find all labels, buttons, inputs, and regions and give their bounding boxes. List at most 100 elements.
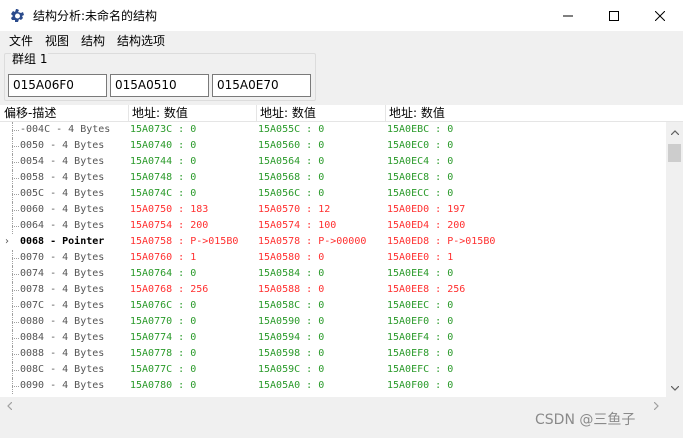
menu-file[interactable]: 文件 xyxy=(3,31,39,51)
row-value-3: 15A0EC0 : 0 xyxy=(387,140,454,151)
row-value-3: 15A0EEC : 0 xyxy=(387,300,454,311)
window-title: 结构分析:未命名的结构 xyxy=(33,9,158,23)
table-row[interactable]: 0084 - 4 Bytes 15A0774 : 0 15A0594 : 0 15A0… xyxy=(0,330,666,346)
row-value-1: 15A0760 : 1 xyxy=(130,252,197,263)
row-value-1: 15A073C : 0 xyxy=(130,124,197,135)
title-bar: 结构分析:未命名的结构 xyxy=(0,0,683,31)
header-separator[interactable] xyxy=(256,105,257,122)
row-value-3: 15A0EC8 : 0 xyxy=(387,172,454,183)
maximize-button[interactable] xyxy=(591,0,637,31)
row-value-3: 15A0ED8 : P->015B0 xyxy=(387,236,496,247)
row-value-2: 15A0588 : 0 xyxy=(258,284,325,295)
menu-bar: 文件 视图 结构 结构选项 xyxy=(0,31,683,51)
row-value-1: 15A074C : 0 xyxy=(130,188,197,199)
row-value-2: 15A0598 : 0 xyxy=(258,348,325,359)
table-row[interactable]: 0064 - 4 Bytes 15A0754 : 200 15A0574 : 100… xyxy=(0,218,666,234)
table-row[interactable]: 0060 - 4 Bytes 15A0750 : 183 15A0570 : 12 1… xyxy=(0,202,666,218)
table-row[interactable]: 0074 - 4 Bytes 15A0764 : 0 15A0584 : 0 15A0… xyxy=(0,266,666,282)
row-value-3: 15A0EE8 : 256 xyxy=(387,284,466,295)
header-separator[interactable] xyxy=(128,105,129,122)
expand-chevron-icon[interactable]: › xyxy=(5,234,9,250)
address-field-3[interactable]: 015A0E70 xyxy=(212,74,311,97)
table-row[interactable]: 0070 - 4 Bytes 15A0760 : 1 15A0580 : 0 15A0… xyxy=(0,250,666,266)
row-value-3: 15A0F00 : 0 xyxy=(387,380,454,391)
vertical-scroll-thumb[interactable] xyxy=(668,144,681,162)
scroll-up-button[interactable] xyxy=(666,124,683,141)
table-row[interactable]: 0080 - 4 Bytes 15A0770 : 0 15A0590 : 0 15A0… xyxy=(0,314,666,330)
table-row[interactable]: 0050 - 4 Bytes 15A0740 : 0 15A0560 : 0 15A0… xyxy=(0,138,666,154)
header-address-value-2[interactable]: 地址: 数值 xyxy=(258,105,316,122)
row-value-2: 15A0580 : 0 xyxy=(258,252,325,263)
menu-view[interactable]: 视图 xyxy=(39,31,75,51)
row-value-2: 15A0574 : 100 xyxy=(258,220,337,231)
row-value-2: 15A056C : 0 xyxy=(258,188,325,199)
minimize-button[interactable] xyxy=(545,0,591,31)
scroll-right-button[interactable] xyxy=(648,397,665,414)
row-description: 0078 - 4 Bytes xyxy=(20,284,105,295)
row-value-2: 15A0568 : 0 xyxy=(258,172,325,183)
tree-connector-icon xyxy=(10,314,20,330)
row-value-1: 15A0744 : 0 xyxy=(130,156,197,167)
header-separator[interactable] xyxy=(385,105,386,122)
row-description: 0080 - 4 Bytes xyxy=(20,316,105,327)
row-description: 0070 - 4 Bytes xyxy=(20,252,105,263)
row-value-3: 15A0EF8 : 0 xyxy=(387,348,454,359)
row-value-2: 15A055C : 0 xyxy=(258,124,325,135)
close-button[interactable] xyxy=(637,0,683,31)
table-row[interactable]: 0088 - 4 Bytes 15A0778 : 0 15A0598 : 0 15A0… xyxy=(0,346,666,362)
group-box: 群组 1 015A06F0 015A0510 015A0E70 xyxy=(4,52,316,101)
row-value-3: 15A0EE4 : 0 xyxy=(387,268,454,279)
address-field-2[interactable]: 015A0510 xyxy=(110,74,209,97)
structure-dissect-window: 结构分析:未命名的结构 文件 视图 结构 结构选项 群组 1 015A06F0 … xyxy=(0,0,683,438)
header-address-value-3[interactable]: 地址: 数值 xyxy=(387,105,445,122)
row-description: 008C - 4 Bytes xyxy=(20,364,105,375)
row-value-3: 15A0EFC : 0 xyxy=(387,364,454,375)
header-offset-description[interactable]: 偏移-描述 xyxy=(2,105,56,122)
scroll-left-button[interactable] xyxy=(1,397,18,414)
row-value-3: 15A0ED0 : 197 xyxy=(387,204,466,215)
scroll-down-button[interactable] xyxy=(666,380,683,397)
table-row[interactable]: › 0068 - Pointer 15A0758 : P->015B0 15A0578… xyxy=(0,234,666,250)
table-row[interactable]: 0058 - 4 Bytes 15A0748 : 0 15A0568 : 0 15A0… xyxy=(0,170,666,186)
table-row[interactable]: 0090 - 4 Bytes 15A0780 : 0 15A05A0 : 0 15A0… xyxy=(0,378,666,394)
row-value-3: 15A0EBC : 0 xyxy=(387,124,454,135)
chevron-up-icon xyxy=(670,130,679,135)
row-value-2: 15A059C : 0 xyxy=(258,364,325,375)
row-value-1: 15A0754 : 200 xyxy=(130,220,209,231)
row-value-3: 15A0ECC : 0 xyxy=(387,188,454,199)
table-row[interactable]: -004C - 4 Bytes 15A073C : 0 15A055C : 0 15A… xyxy=(0,122,666,138)
row-description: 0054 - 4 Bytes xyxy=(20,156,105,167)
row-value-1: 15A0768 : 256 xyxy=(130,284,209,295)
tree-connector-icon xyxy=(10,330,20,346)
tree-connector-icon xyxy=(10,282,20,298)
row-value-1: 15A0758 : P->015B0 xyxy=(130,236,239,247)
address-field-1[interactable]: 015A06F0 xyxy=(8,74,107,97)
tree-connector-icon xyxy=(10,202,20,218)
tree-connector-icon xyxy=(10,250,20,266)
row-value-1: 15A0780 : 0 xyxy=(130,380,197,391)
table-row[interactable]: 007C - 4 Bytes 15A076C : 0 15A058C : 0 15A0… xyxy=(0,298,666,314)
row-description: 0064 - 4 Bytes xyxy=(20,220,105,231)
chevron-right-icon xyxy=(654,401,659,410)
tree-connector-icon xyxy=(10,218,20,234)
table-row[interactable]: 008C - 4 Bytes 15A077C : 0 15A059C : 0 15A0… xyxy=(0,362,666,378)
column-header: 偏移-描述 地址: 数值 地址: 数值 地址: 数值 xyxy=(0,105,683,122)
menu-structure-options[interactable]: 结构选项 xyxy=(111,31,171,51)
row-description: 0068 - Pointer xyxy=(20,236,105,247)
chevron-down-icon xyxy=(670,386,679,391)
vertical-scrollbar[interactable] xyxy=(666,122,683,397)
table-row[interactable]: 0078 - 4 Bytes 15A0768 : 256 15A0588 : 0 15… xyxy=(0,282,666,298)
row-value-2: 15A05A0 : 0 xyxy=(258,380,325,391)
row-value-1: 15A0778 : 0 xyxy=(130,348,197,359)
row-description: 0074 - 4 Bytes xyxy=(20,268,105,279)
row-value-3: 15A0EC4 : 0 xyxy=(387,156,454,167)
structure-list[interactable]: -004C - 4 Bytes 15A073C : 0 15A055C : 0 15A… xyxy=(0,122,666,397)
menu-structure[interactable]: 结构 xyxy=(75,31,111,51)
row-value-2: 15A0584 : 0 xyxy=(258,268,325,279)
header-address-value-1[interactable]: 地址: 数值 xyxy=(130,105,188,122)
table-row[interactable]: 0054 - 4 Bytes 15A0744 : 0 15A0564 : 0 15A0… xyxy=(0,154,666,170)
row-value-1: 15A0774 : 0 xyxy=(130,332,197,343)
table-row[interactable]: 005C - 4 Bytes 15A074C : 0 15A056C : 0 15A0… xyxy=(0,186,666,202)
row-value-2: 15A0560 : 0 xyxy=(258,140,325,151)
tree-connector-icon xyxy=(10,346,20,362)
